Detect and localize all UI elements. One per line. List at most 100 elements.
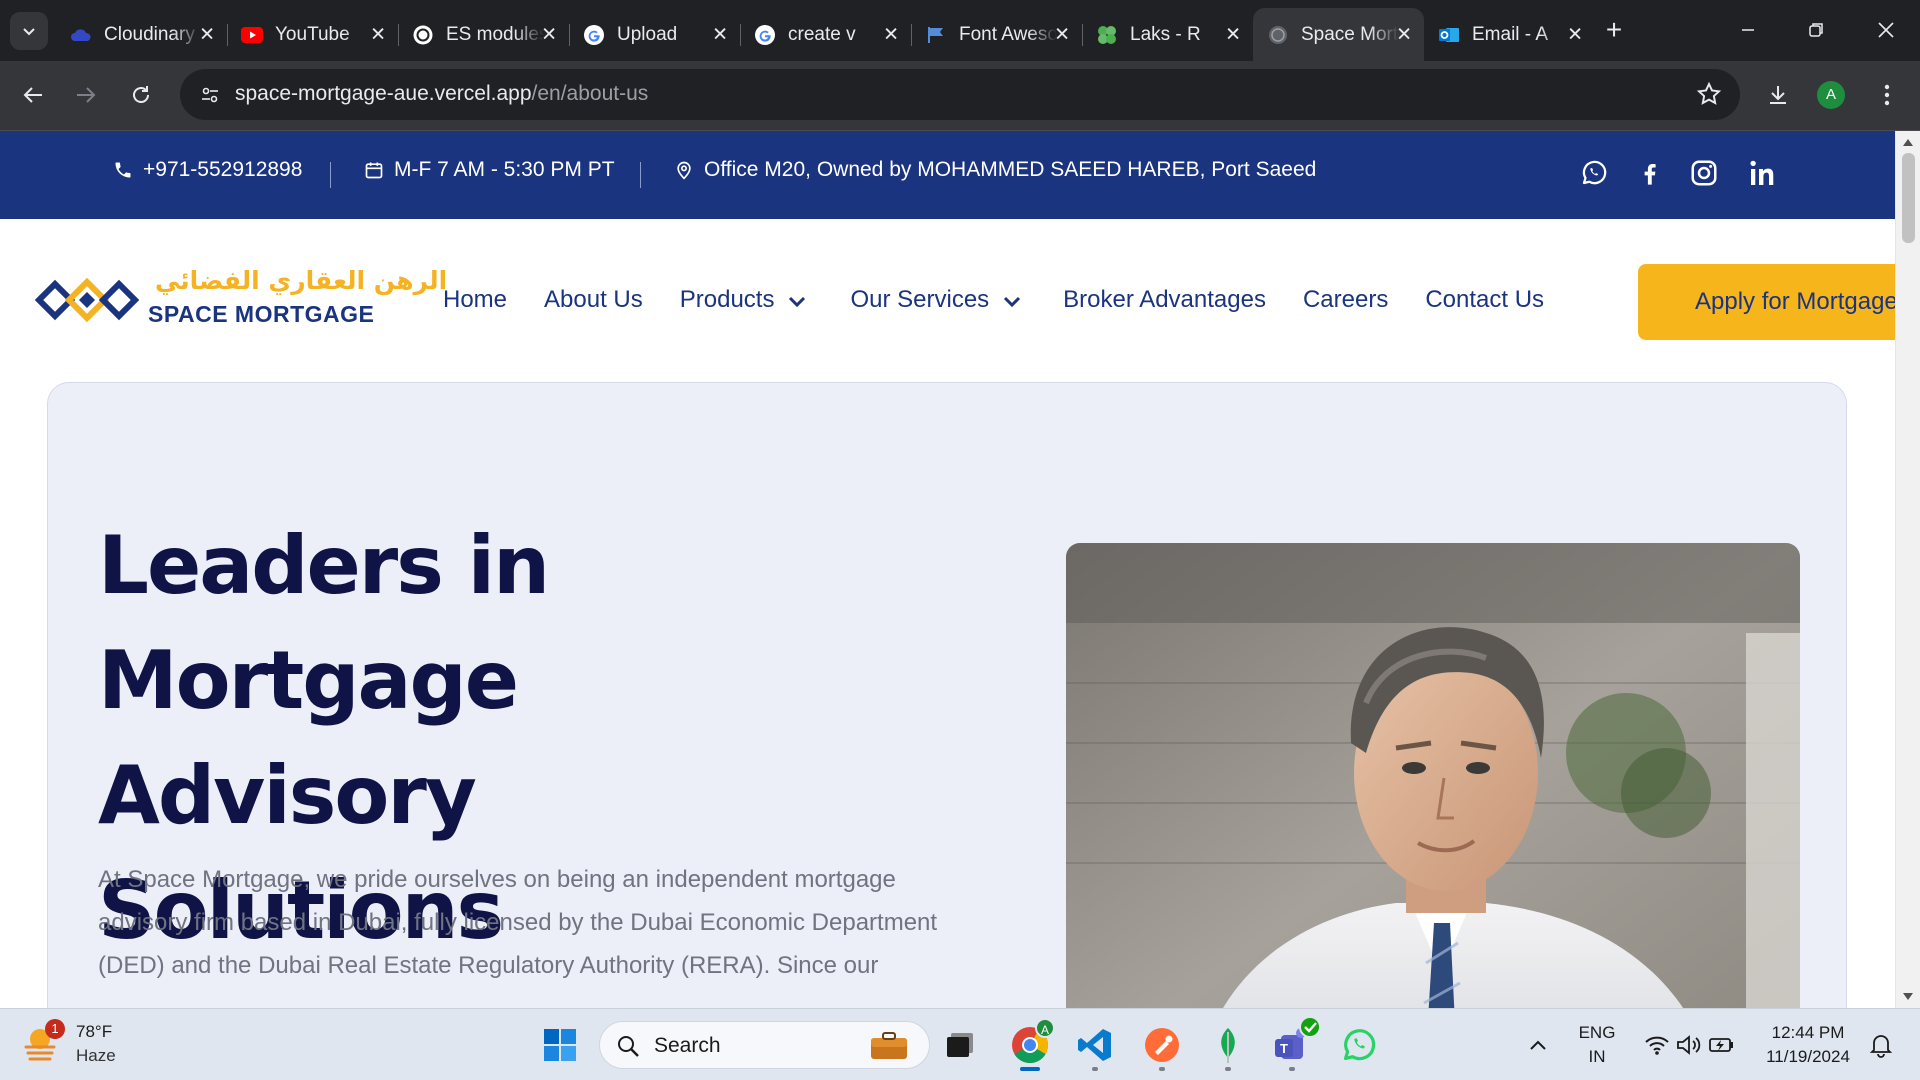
close-tab-icon[interactable]: ✕	[883, 23, 899, 46]
tab-search-button[interactable]	[10, 12, 48, 50]
restore-button[interactable]	[1788, 10, 1844, 50]
reload-button[interactable]	[121, 75, 161, 115]
notifications-button[interactable]	[1866, 1022, 1896, 1068]
google-icon	[754, 24, 776, 46]
nav-products[interactable]: Products	[680, 286, 807, 314]
start-button[interactable]	[537, 1022, 583, 1068]
nav-label: Broker Advantages	[1063, 286, 1266, 313]
nav-careers[interactable]: Careers	[1303, 286, 1388, 314]
space-mortgage-logo-icon[interactable]	[33, 264, 141, 341]
tab-title: create v	[788, 23, 856, 45]
close-window-button[interactable]	[1858, 10, 1914, 50]
scroll-down-arrow[interactable]	[1903, 993, 1913, 1000]
apply-for-mortgage-button[interactable]: Apply for Mortgage	[1638, 264, 1918, 340]
about-hero: Leaders in Mortgage Advisory Solutions A…	[47, 382, 1847, 1008]
browser-tab[interactable]: Font Awesome✕	[911, 12, 1082, 57]
postman-icon	[1145, 1028, 1179, 1062]
instagram-link[interactable]	[1686, 155, 1722, 191]
whatsapp-link[interactable]	[1576, 155, 1612, 191]
chevron-down-icon	[789, 296, 806, 308]
whatsapp-taskbar-button[interactable]	[1336, 1022, 1382, 1068]
facebook-link[interactable]	[1632, 155, 1668, 191]
hero-photo-businessman	[1066, 543, 1800, 1008]
close-icon	[1878, 22, 1894, 38]
clock-date: 11/19/2024	[1766, 1047, 1850, 1066]
wifi-icon	[1645, 1036, 1669, 1055]
close-tab-icon[interactable]: ✕	[1396, 23, 1412, 46]
browser-tab[interactable]: Email - A ✕	[1424, 12, 1595, 57]
nav-home[interactable]: Home	[443, 286, 507, 314]
task-view-button[interactable]	[937, 1022, 983, 1068]
close-tab-icon[interactable]: ✕	[1225, 23, 1241, 46]
back-button[interactable]	[13, 75, 53, 115]
weather-widget[interactable]: 1	[20, 1019, 65, 1068]
downloads-button[interactable]	[1758, 75, 1798, 115]
tab-title: ES modules	[446, 23, 544, 45]
close-tab-icon[interactable]: ✕	[541, 23, 557, 46]
chevron-down-icon	[1004, 296, 1021, 308]
teams-taskbar-button[interactable]: T	[1269, 1016, 1321, 1071]
browser-tab[interactable]: create v ✕	[740, 12, 911, 57]
scroll-thumb[interactable]	[1902, 153, 1915, 243]
browser-tab[interactable]: Space Mortgage✕	[1253, 8, 1424, 61]
nav-about-us[interactable]: About Us	[544, 286, 643, 314]
close-tab-icon[interactable]: ✕	[1567, 23, 1583, 46]
minimize-button[interactable]	[1720, 10, 1776, 50]
page-scrollbar[interactable]	[1895, 131, 1920, 1008]
phone-contact[interactable]: +971-552912898	[113, 158, 302, 182]
new-tab-button[interactable]: +	[1597, 14, 1631, 48]
close-tab-icon[interactable]: ✕	[712, 23, 728, 46]
language-indicator[interactable]: ENG IN	[1572, 1023, 1622, 1067]
profile-avatar[interactable]: A	[1817, 81, 1845, 109]
nav-our-services[interactable]: Our Services	[850, 286, 1021, 314]
postman-taskbar-button[interactable]	[1139, 1022, 1185, 1071]
arrow-right-icon	[77, 87, 96, 103]
forward-button[interactable]	[66, 75, 106, 115]
windows-start-icon	[544, 1029, 576, 1061]
nav-label: About Us	[544, 286, 643, 313]
nav-contact-us[interactable]: Contact Us	[1425, 286, 1544, 314]
clock[interactable]: 12:44 PM 11/19/2024	[1758, 1023, 1858, 1067]
url-text[interactable]: space-mortgage-aue.vercel.app/en/about-u…	[235, 82, 648, 106]
contact-top-bar: +971-552912898 M-F 7 AM - 5:30 PM PT Off…	[0, 131, 1895, 219]
linkedin-link[interactable]	[1745, 155, 1781, 191]
taskbar-search[interactable]: Search	[599, 1021, 930, 1069]
vscode-taskbar-button[interactable]	[1072, 1022, 1118, 1071]
browser-tab[interactable]: Cloudinary ✕	[56, 12, 227, 57]
clover-icon	[1096, 24, 1118, 46]
scroll-up-arrow[interactable]	[1903, 139, 1913, 146]
chrome-taskbar-button[interactable]: A	[1007, 1018, 1055, 1071]
linkedin-icon	[1750, 160, 1774, 185]
url-host: space-mortgage-aue.vercel.app	[235, 82, 532, 105]
browser-tab[interactable]: YouTube ✕	[227, 12, 398, 57]
browser-tab[interactable]: Laks - R ✕	[1082, 12, 1253, 57]
weather-condition: Haze	[76, 1046, 116, 1065]
outlook-icon	[1438, 24, 1460, 46]
running-indicator	[1159, 1067, 1165, 1071]
close-tab-icon[interactable]: ✕	[370, 23, 386, 46]
profile-badge: A	[1035, 1018, 1055, 1038]
show-hidden-icons-button[interactable]	[1515, 1022, 1561, 1068]
mongodb-taskbar-button[interactable]	[1205, 1022, 1251, 1071]
system-tray-status[interactable]	[1630, 1022, 1750, 1068]
briefcase-icon	[871, 1032, 907, 1059]
site-info-button[interactable]	[194, 79, 226, 111]
divider	[330, 162, 331, 188]
nav-broker-advantages[interactable]: Broker Advantages	[1063, 286, 1266, 314]
chevron-up-icon	[1530, 1040, 1546, 1050]
arrow-left-icon	[23, 87, 42, 103]
browser-tab[interactable]: ES modules ✕	[398, 12, 569, 57]
hours-text: M-F 7 AM - 5:30 PM PT	[394, 158, 615, 181]
language-code: ENG	[1578, 1023, 1616, 1042]
active-indicator	[1020, 1067, 1040, 1071]
notification-bell-icon	[1869, 1035, 1893, 1058]
browser-tab[interactable]: Upload ✕	[569, 12, 740, 57]
close-tab-icon[interactable]: ✕	[199, 23, 215, 46]
nav-label: Products	[679, 286, 775, 313]
close-tab-icon[interactable]: ✕	[1054, 23, 1070, 46]
nav-label: Home	[443, 286, 508, 313]
bookmark-star-button[interactable]	[1696, 81, 1722, 112]
facebook-icon	[1644, 164, 1656, 185]
browser-menu-button[interactable]	[1867, 75, 1907, 115]
omnibox[interactable]: space-mortgage-aue.vercel.app/en/about-u…	[180, 69, 1740, 120]
